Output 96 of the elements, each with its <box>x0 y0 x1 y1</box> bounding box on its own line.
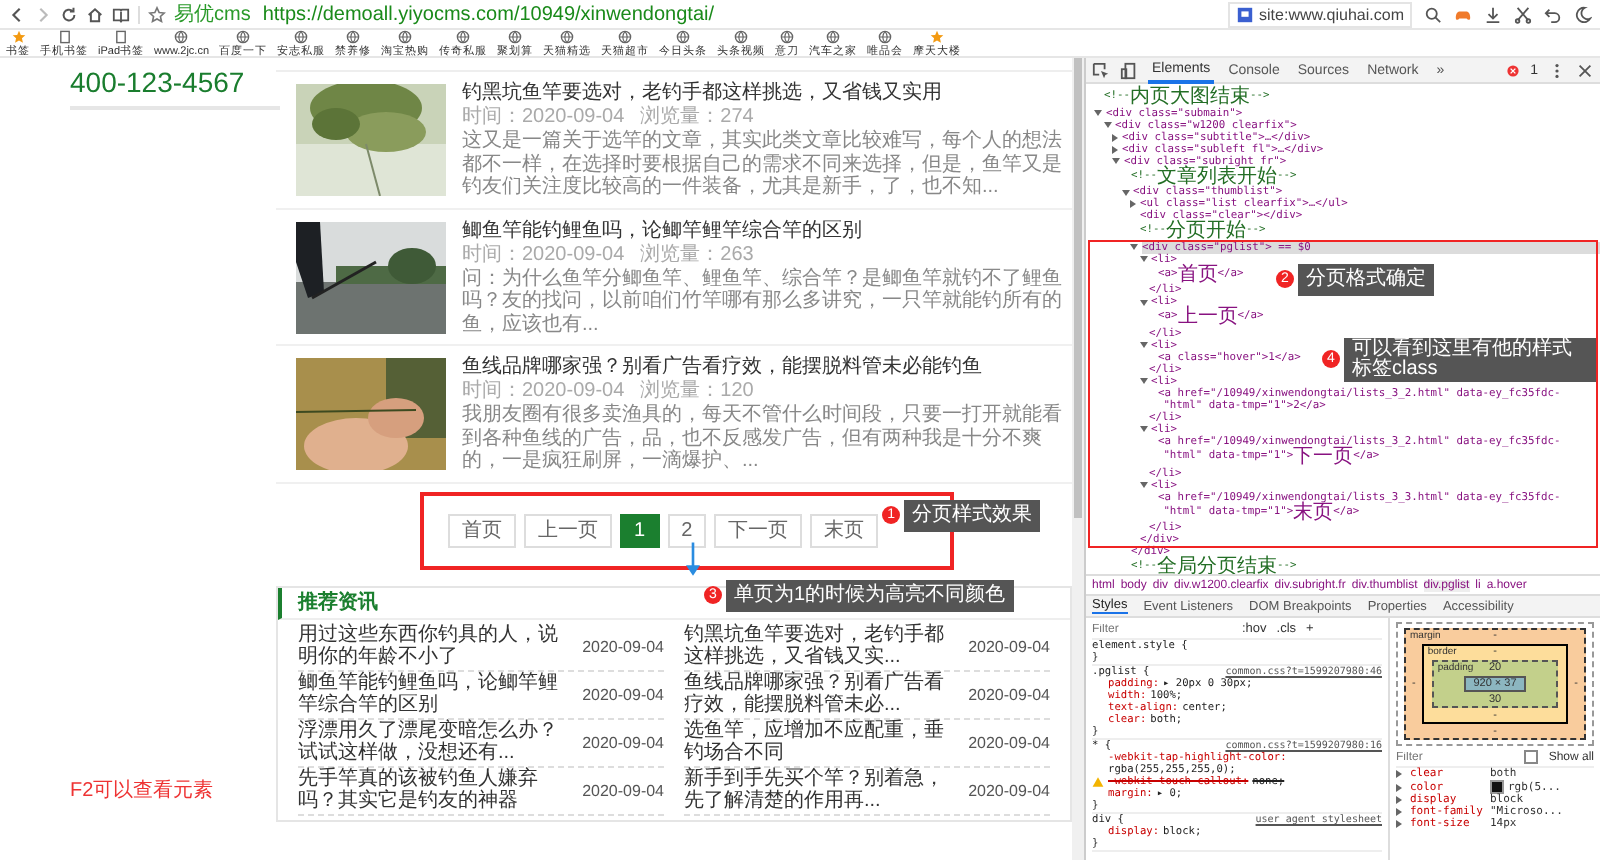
expand-arrow-icon[interactable] <box>1139 256 1147 263</box>
checkbox[interactable] <box>1524 750 1539 764</box>
expand-arrow-icon[interactable] <box>1103 122 1111 129</box>
globe-icon <box>294 30 309 43</box>
globe-icon <box>346 30 361 43</box>
callout-label: 分页样式效果 <box>904 499 1041 531</box>
article-summary: 我朋友圈有很多卖渔具的，每天不管什么时间段，只要一打开就能看到各种鱼线的广告，品，也不反感发广告，但有两种我是十分不爽的，一是疯狂刷屏，一滴爆护、... <box>462 404 1064 473</box>
page-button[interactable]: 2 <box>667 513 707 547</box>
view-count: 浏览量：120 <box>640 380 754 404</box>
moon-icon[interactable] <box>1574 5 1592 23</box>
news-link[interactable]: 用过这些东西你钓具的人，说明你的年龄不小了 <box>298 624 577 668</box>
news-date: 2020-09-04 <box>968 733 1050 751</box>
undo-icon[interactable] <box>1544 5 1562 23</box>
search-icon[interactable] <box>1424 5 1442 23</box>
globe-icon <box>826 30 841 43</box>
article-title[interactable]: 鱼线品牌哪家强？别看广告看疗效，能摆脱料管未必能钓鱼 <box>462 354 1072 380</box>
globe-icon <box>398 30 413 43</box>
book-icon[interactable] <box>112 5 130 23</box>
expand-arrow-icon[interactable] <box>1112 158 1120 165</box>
globe-icon <box>676 30 691 43</box>
star-icon <box>11 30 25 43</box>
article-summary: 这又是一篇关于选竿的文章，其实此类文章比较难写，每个人的想法都不一样，在选择时要根据自己的需求不同来选择，但是，鱼竿又是钓友们关注度比较高的一件装备，尤其是新手，了，也不知... <box>462 130 1064 199</box>
error-icon[interactable] <box>1506 63 1521 77</box>
reload-icon[interactable] <box>60 5 78 23</box>
globe-icon <box>174 30 189 43</box>
warning-icon <box>1092 776 1104 788</box>
expand-arrow-icon[interactable] <box>1130 200 1136 209</box>
panel-title: 推荐资讯 <box>298 589 378 616</box>
expand-arrow-icon[interactable] <box>1139 299 1147 306</box>
site-label: 易优cms <box>174 2 251 28</box>
color-swatch <box>1490 780 1504 794</box>
article-summary: 问：为什么鱼竿分鲫鱼竿、鲤鱼竿、综合竿？是鲫鱼竿就钓不了鲤鱼吗？友的找问，以前咱们竹竿哪有那么多讲究，一只竿就能钓所有的鱼，应该也有... <box>462 267 1064 336</box>
search-field[interactable]: site:www.qiuhai.com <box>1227 1 1412 27</box>
news-date: 2020-09-04 <box>582 781 664 799</box>
globe-icon <box>560 30 575 43</box>
phone-number: 400-123-4567 <box>70 66 245 98</box>
article-date: 时间：2020-09-04 <box>462 380 625 403</box>
globe-icon <box>508 30 523 43</box>
page-button[interactable]: 下一页 <box>714 513 803 547</box>
back-icon[interactable] <box>8 5 26 23</box>
article-title[interactable]: 鲫鱼竿能钓鲤鱼吗，论鲫竿鲤竿综合竿的区别 <box>462 217 1072 243</box>
news-date: 2020-09-04 <box>968 637 1050 655</box>
expand-arrow-icon[interactable] <box>1139 378 1147 385</box>
page-icon <box>114 30 128 43</box>
view-count: 浏览量：274 <box>640 106 754 129</box>
expand-arrow-icon[interactable] <box>1112 145 1118 154</box>
globe-icon <box>456 30 471 43</box>
inspect-icon[interactable] <box>1092 61 1110 79</box>
news-date: 2020-09-04 <box>968 685 1050 703</box>
article-title[interactable]: 钓黑坑鱼竿要选对，老钓手都这样挑选，又省钱又实用 <box>462 80 1072 106</box>
page-button[interactable]: 上一页 <box>524 513 612 547</box>
callout-label: 可以看到这里有他的样式标签class <box>1344 337 1596 381</box>
expand-arrow-icon[interactable] <box>1139 426 1147 433</box>
star-icon <box>930 30 945 43</box>
globe-icon <box>780 30 795 43</box>
callout-label: 分页格式确定 <box>1298 263 1434 296</box>
news-link[interactable]: 浮漂用久了漂尾变暗怎么办？试试这样做，没想还有... <box>298 720 577 764</box>
news-date: 2020-09-04 <box>582 685 664 703</box>
page-button[interactable]: 1 <box>620 513 660 547</box>
globe-icon <box>236 30 251 43</box>
news-link[interactable]: 鱼线品牌哪家强？别看广告看疗效，能摆脱料管未必... <box>684 672 963 716</box>
hint-text: F2可以查看元素 <box>70 777 214 804</box>
site-icon <box>1235 5 1254 23</box>
globe-icon <box>618 30 633 43</box>
page-button[interactable]: 末页 <box>810 513 879 547</box>
page-icon <box>57 30 71 43</box>
news-link[interactable]: 选鱼竿，应增加不应配重，垂钓场合不同 <box>684 720 963 764</box>
page-button[interactable]: 首页 <box>448 513 516 547</box>
article-date: 时间：2020-09-04 <box>462 106 625 129</box>
news-link[interactable]: 钓黑坑鱼竿要选对，老钓手都这样挑选，又省钱又实... <box>684 624 963 668</box>
pointer-arrow <box>686 541 700 577</box>
star-icon[interactable] <box>148 5 166 23</box>
view-count: 浏览量：263 <box>640 243 754 267</box>
expand-arrow-icon[interactable] <box>1112 133 1118 142</box>
scrollbar-thumb[interactable] <box>1074 58 1082 518</box>
callout-label: 单页为1的时候为高亮不同颜色 <box>726 579 1014 611</box>
news-date: 2020-09-04 <box>968 781 1050 799</box>
gamepad-icon[interactable] <box>1454 5 1472 23</box>
news-date: 2020-09-04 <box>582 637 664 655</box>
news-date: 2020-09-04 <box>582 733 664 751</box>
address-field[interactable]: https://demoall.yiyocms.com/10949/xinwendongtai/ <box>258 3 719 25</box>
home-icon[interactable] <box>86 5 104 23</box>
expand-arrow-icon[interactable] <box>1094 110 1102 117</box>
expand-arrow-icon[interactable] <box>1139 342 1147 349</box>
download-icon[interactable] <box>1484 5 1502 23</box>
close-icon[interactable] <box>1576 61 1594 79</box>
globe-icon <box>734 30 749 43</box>
expand-arrow-icon[interactable] <box>1139 482 1147 489</box>
expand-arrow-icon[interactable] <box>1121 189 1129 196</box>
news-link[interactable]: 鲫鱼竿能钓鲤鱼吗，论鲫竿鲤竿综合竿的区别 <box>298 672 577 716</box>
news-link[interactable]: 新手到手先买个竿？别着急，先了解清楚的作用再... <box>684 768 963 812</box>
device-icon[interactable] <box>1120 61 1138 79</box>
news-link[interactable]: 先手竿真的该被钓鱼人嫌弃吗？其实它是钓友的神器 <box>298 768 577 812</box>
scissors-icon[interactable] <box>1514 5 1532 23</box>
globe-icon <box>878 30 893 43</box>
article-date: 时间：2020-09-04 <box>462 243 625 267</box>
